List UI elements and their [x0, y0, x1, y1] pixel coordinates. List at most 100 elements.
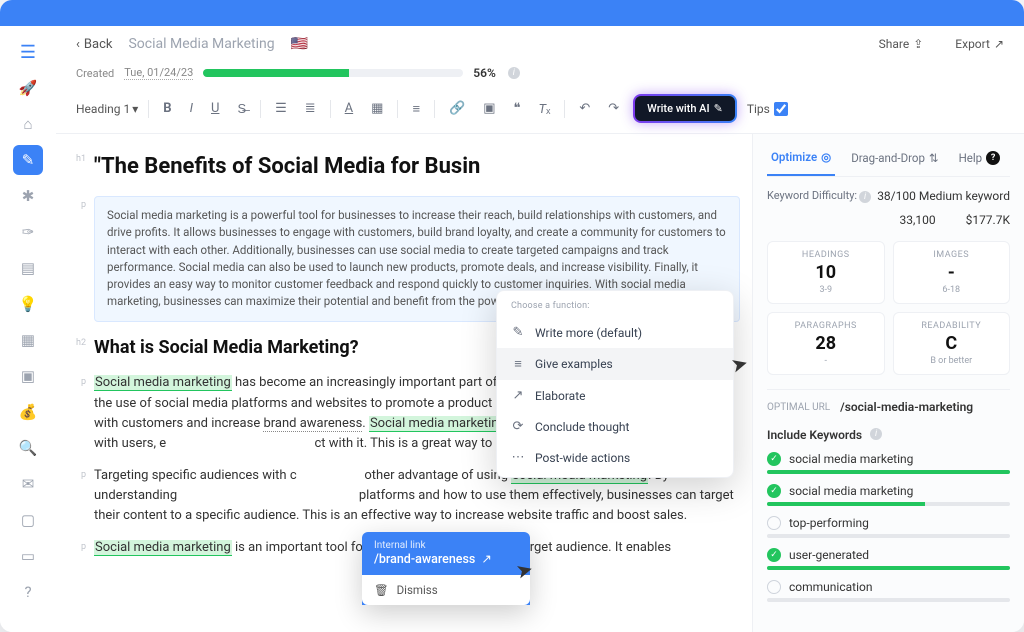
- block-tag: p: [64, 538, 86, 558]
- info-icon[interactable]: i: [870, 428, 882, 440]
- editor-toolbar: Heading 1 ▾ B I U S̶ ☰ ≣ A ▦ ≡ 🔗 ▣ ❝: [56, 88, 1024, 134]
- keyword-label: communication: [789, 580, 872, 594]
- tab-optimize[interactable]: Optimize ◎: [767, 144, 835, 176]
- sidebar-item-money[interactable]: 💰: [13, 397, 43, 427]
- share-icon: ⇪: [913, 37, 923, 51]
- export-icon: ↗: [994, 37, 1004, 51]
- text-color-button[interactable]: A: [341, 99, 357, 118]
- tips-checkbox[interactable]: [774, 102, 788, 116]
- traffic-cost: $177.7K: [966, 213, 1010, 227]
- sidebar-item-network[interactable]: ✱: [13, 181, 43, 211]
- sidebar-item-help[interactable]: ?: [13, 577, 43, 607]
- card-images: IMAGES - 6-18: [893, 241, 1011, 304]
- progress-percent: 56%: [473, 66, 496, 80]
- keyword-progress: [767, 598, 1010, 602]
- conclude-icon: ⟳: [511, 419, 525, 434]
- export-button[interactable]: Export ↗: [955, 37, 1004, 51]
- check-icon: ✓: [767, 548, 781, 562]
- share-label: Share: [879, 37, 910, 51]
- trash-icon: 🗑: [374, 583, 389, 597]
- main-panel: ‹ Back Social Media Marketing 🇺🇸 Share ⇪…: [56, 26, 1024, 632]
- search-volume: 33,100: [899, 213, 935, 227]
- write-with-ai-button[interactable]: Write with AI ✎: [633, 94, 737, 123]
- sidebar-item-home[interactable]: ⌂: [13, 109, 43, 139]
- heading-1[interactable]: "The Benefits of Social Media for Busin: [94, 150, 740, 184]
- ordered-list-button[interactable]: ≣: [301, 99, 320, 118]
- highlight-button[interactable]: ▦: [367, 99, 387, 118]
- undo-button[interactable]: ↶: [575, 99, 594, 118]
- popover-url-button[interactable]: /brand-awareness ↗: [374, 551, 518, 567]
- keyword-item[interactable]: top-performing: [767, 516, 1010, 530]
- redo-button[interactable]: ↷: [604, 99, 623, 118]
- sidebar-item-page[interactable]: ▢: [13, 505, 43, 535]
- drag-icon: ⇅: [929, 151, 939, 165]
- heading-select-label: Heading 1: [76, 102, 130, 116]
- block-tag: p: [64, 373, 86, 454]
- editor-area[interactable]: h1 "The Benefits of Social Media for Bus…: [56, 134, 752, 632]
- back-button[interactable]: ‹ Back: [76, 37, 112, 52]
- keyword-list: ✓ social media marketing ✓ social media …: [767, 452, 1010, 602]
- ai-menu-post-wide[interactable]: ⋯Post-wide actions: [497, 442, 733, 473]
- sidebar-item-search[interactable]: 🔍: [13, 433, 43, 463]
- info-icon[interactable]: i: [508, 67, 520, 79]
- locale-flag[interactable]: 🇺🇸: [291, 36, 308, 52]
- card-paragraphs: PARAGRAPHS 28 -: [767, 312, 885, 375]
- keyword-progress: [767, 470, 1010, 474]
- sparkle-icon: ✎: [714, 102, 723, 115]
- keyword-item[interactable]: ✓ social media marketing: [767, 452, 1010, 466]
- top-accent-bar: [0, 0, 1024, 26]
- created-date: Tue, 01/24/23: [124, 66, 193, 80]
- optimal-url-value: /social-media-marketing: [840, 400, 973, 414]
- sidebar-item-rocket[interactable]: 🚀: [13, 73, 43, 103]
- sidebar-item-pencil[interactable]: ✑: [13, 217, 43, 247]
- page-title: Social Media Marketing: [128, 36, 274, 52]
- keyword-item[interactable]: ✓ social media marketing: [767, 484, 1010, 498]
- share-button[interactable]: Share ⇪: [879, 37, 924, 51]
- heading-select[interactable]: Heading 1 ▾: [76, 102, 138, 116]
- bullet-list-button[interactable]: ☰: [271, 99, 291, 118]
- keyword-item[interactable]: communication: [767, 580, 1010, 594]
- target-icon: ◎: [821, 150, 831, 164]
- keyword-progress: [767, 534, 1010, 538]
- ai-function-menu: Choose a function: ✎Write more (default)…: [496, 290, 734, 478]
- sidebar-item-inbox[interactable]: ✉: [13, 469, 43, 499]
- linked-term[interactable]: brand awareness: [263, 416, 362, 432]
- menu-toggle-icon[interactable]: ☰: [16, 38, 40, 67]
- external-link-icon: ↗: [481, 551, 491, 567]
- info-icon[interactable]: i: [859, 191, 871, 203]
- strike-button[interactable]: S̶: [233, 99, 250, 119]
- keyword-item[interactable]: ✓ user-generated: [767, 548, 1010, 562]
- block-tag: p: [64, 466, 86, 526]
- keyword-progress: [767, 502, 1010, 506]
- ai-menu-conclude[interactable]: ⟳Conclude thought: [497, 411, 733, 442]
- sidebar-item-image[interactable]: ▣: [13, 361, 43, 391]
- sidebar-item-editor[interactable]: ✎: [13, 145, 43, 175]
- link-button[interactable]: 🔗: [445, 99, 469, 118]
- clear-format-button[interactable]: Tₓ: [535, 99, 555, 119]
- block-tag: h2: [64, 334, 86, 362]
- image-button[interactable]: ▣: [479, 99, 499, 118]
- content-score-progress: [203, 69, 463, 77]
- italic-button[interactable]: I: [186, 99, 197, 118]
- popover-dismiss-button[interactable]: 🗑 Dismiss: [362, 575, 530, 605]
- sidebar-item-list[interactable]: ▦: [13, 325, 43, 355]
- quote-button[interactable]: ❝: [510, 99, 525, 118]
- ai-menu-write-more[interactable]: ✎Write more (default): [497, 317, 733, 348]
- more-icon: ⋯: [511, 450, 525, 465]
- keyword-label: user-generated: [789, 548, 869, 562]
- card-readability: READABILITY C B or better: [893, 312, 1011, 375]
- tab-drag-and-drop[interactable]: Drag-and-Drop ⇅: [847, 144, 942, 176]
- underline-button[interactable]: U: [207, 99, 223, 118]
- sidebar-item-bulb[interactable]: 💡: [13, 289, 43, 319]
- bold-button[interactable]: B: [159, 99, 175, 118]
- sidebar-item-doc[interactable]: ▤: [13, 253, 43, 283]
- block-tag: p: [64, 196, 86, 322]
- sidebar-item-dash[interactable]: ▭: [13, 541, 43, 571]
- ai-menu-give-examples[interactable]: ≡Give examples: [497, 348, 733, 380]
- tips-toggle[interactable]: Tips: [747, 102, 788, 116]
- align-button[interactable]: ≡: [408, 99, 424, 119]
- ai-menu-elaborate[interactable]: ↗Elaborate: [497, 380, 733, 411]
- circle-icon: [767, 516, 781, 530]
- circle-icon: [767, 580, 781, 594]
- tab-help[interactable]: Help ?: [955, 144, 1005, 176]
